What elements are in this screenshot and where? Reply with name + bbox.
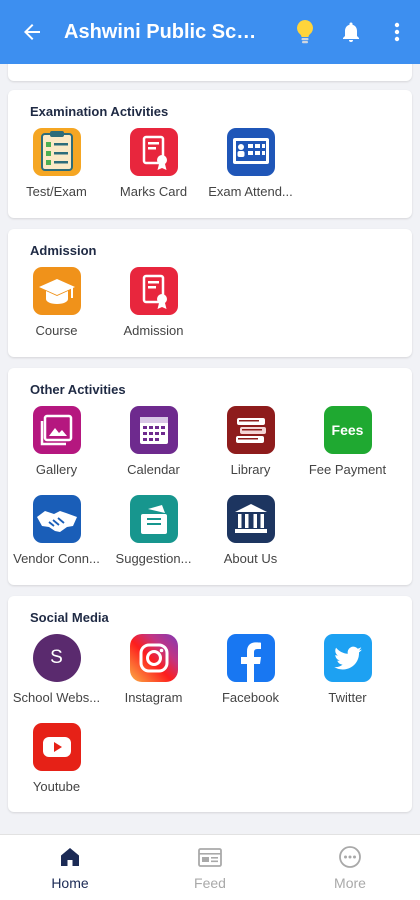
marks-card-tile[interactable]: Marks Card <box>105 128 202 217</box>
about-us-tile[interactable]: About Us <box>202 495 299 584</box>
youtube-tile[interactable]: Youtube <box>8 723 105 812</box>
tile-label: Facebook <box>221 690 280 705</box>
section-title: Examination Activities <box>30 104 169 119</box>
admission-tile[interactable]: Admission <box>105 267 202 356</box>
test-exam-tile[interactable]: Test/Exam <box>8 128 105 217</box>
certificate-icon <box>129 267 178 315</box>
calendar-icon <box>129 406 178 454</box>
attendance-board-icon <box>226 128 275 176</box>
library-tile[interactable]: Library <box>202 406 299 495</box>
section-title: Other Activities <box>30 382 126 397</box>
more-horizontal-circle-icon <box>339 846 361 868</box>
tile-label: Library <box>230 462 271 477</box>
institution-building-icon <box>226 495 275 543</box>
twitter-bird-icon <box>323 634 372 682</box>
tile-label: Instagram <box>124 690 183 705</box>
instagram-tile[interactable]: Instagram <box>105 634 202 723</box>
course-tile[interactable]: Course <box>8 267 105 356</box>
nav-label: Feed <box>194 875 226 891</box>
twitter-tile[interactable]: Twitter <box>299 634 396 723</box>
tile-label: About Us <box>223 551 278 566</box>
tile-label: Vendor Conn... <box>13 551 100 566</box>
examination-card: Examination Activities Test/Exam Marks C… <box>8 90 412 218</box>
lightbulb-icon <box>297 20 313 44</box>
youtube-play-icon <box>32 723 81 771</box>
tile-label: Youtube <box>32 779 81 794</box>
books-stack-icon <box>226 406 275 454</box>
bell-icon <box>343 22 359 42</box>
tile-label: Twitter <box>328 690 367 705</box>
graduation-cap-icon <box>32 267 81 315</box>
feed-icon <box>198 848 222 867</box>
section-title: Admission <box>30 243 97 258</box>
tile-label: School Webs... <box>12 690 101 705</box>
nav-home[interactable]: Home <box>0 835 140 900</box>
home-icon <box>61 848 79 866</box>
tile-label: Gallery <box>35 462 78 477</box>
vendor-connect-tile[interactable]: Vendor Conn... <box>8 495 105 584</box>
gallery-tile[interactable]: Gallery <box>8 406 105 495</box>
admission-card: Admission Course Admission <box>8 229 412 357</box>
section-title: Social Media <box>30 610 109 625</box>
suggestion-box-icon <box>129 495 178 543</box>
tile-label: Test/Exam <box>26 184 87 199</box>
home-content[interactable]: Examination Activities Test/Exam Marks C… <box>0 64 420 834</box>
nav-label: More <box>334 875 366 891</box>
app-bar: Ashwini Public Sch... <box>0 0 420 64</box>
calendar-tile[interactable]: Calendar <box>105 406 202 495</box>
nav-more[interactable]: More <box>280 835 420 900</box>
page-title: Ashwini Public Sch... <box>64 20 260 43</box>
instagram-icon <box>129 634 178 682</box>
other-activities-card: Other Activities Gallery Calendar Librar… <box>8 368 412 585</box>
nav-label: Home <box>51 875 89 891</box>
nav-feed[interactable]: Feed <box>140 835 280 900</box>
fee-payment-tile[interactable]: Fees Fee Payment <box>299 406 396 495</box>
tile-label: Marks Card <box>119 184 188 199</box>
arrow-left-icon <box>24 24 40 40</box>
previous-card <box>8 64 412 81</box>
suggestion-tile[interactable]: Suggestion... <box>105 495 202 584</box>
facebook-icon <box>226 634 275 682</box>
fees-icon: Fees <box>323 406 372 454</box>
social-media-card: Social Media S School Webs... Instagram <box>8 596 412 812</box>
tips-button[interactable] <box>282 0 328 64</box>
overflow-menu-button[interactable] <box>374 0 420 64</box>
tile-label: Fee Payment <box>308 462 387 477</box>
tile-label: Admission <box>123 323 184 338</box>
more-vertical-icon <box>394 22 400 42</box>
back-button[interactable] <box>0 0 64 64</box>
tile-label: Exam Attend... <box>208 184 293 199</box>
certificate-icon <box>129 128 178 176</box>
website-letter-icon: S <box>32 634 81 682</box>
exam-attendance-tile[interactable]: Exam Attend... <box>202 128 299 217</box>
gallery-icon <box>32 406 81 454</box>
bottom-navigation: Home Feed More <box>0 834 420 900</box>
tile-label: Calendar <box>127 462 180 477</box>
tile-label: Suggestion... <box>115 551 192 566</box>
facebook-tile[interactable]: Facebook <box>202 634 299 723</box>
clipboard-checklist-icon <box>32 128 81 176</box>
tile-label: Course <box>35 323 78 338</box>
notifications-button[interactable] <box>328 0 374 64</box>
school-website-tile[interactable]: S School Webs... <box>8 634 105 723</box>
handshake-icon <box>32 495 81 543</box>
